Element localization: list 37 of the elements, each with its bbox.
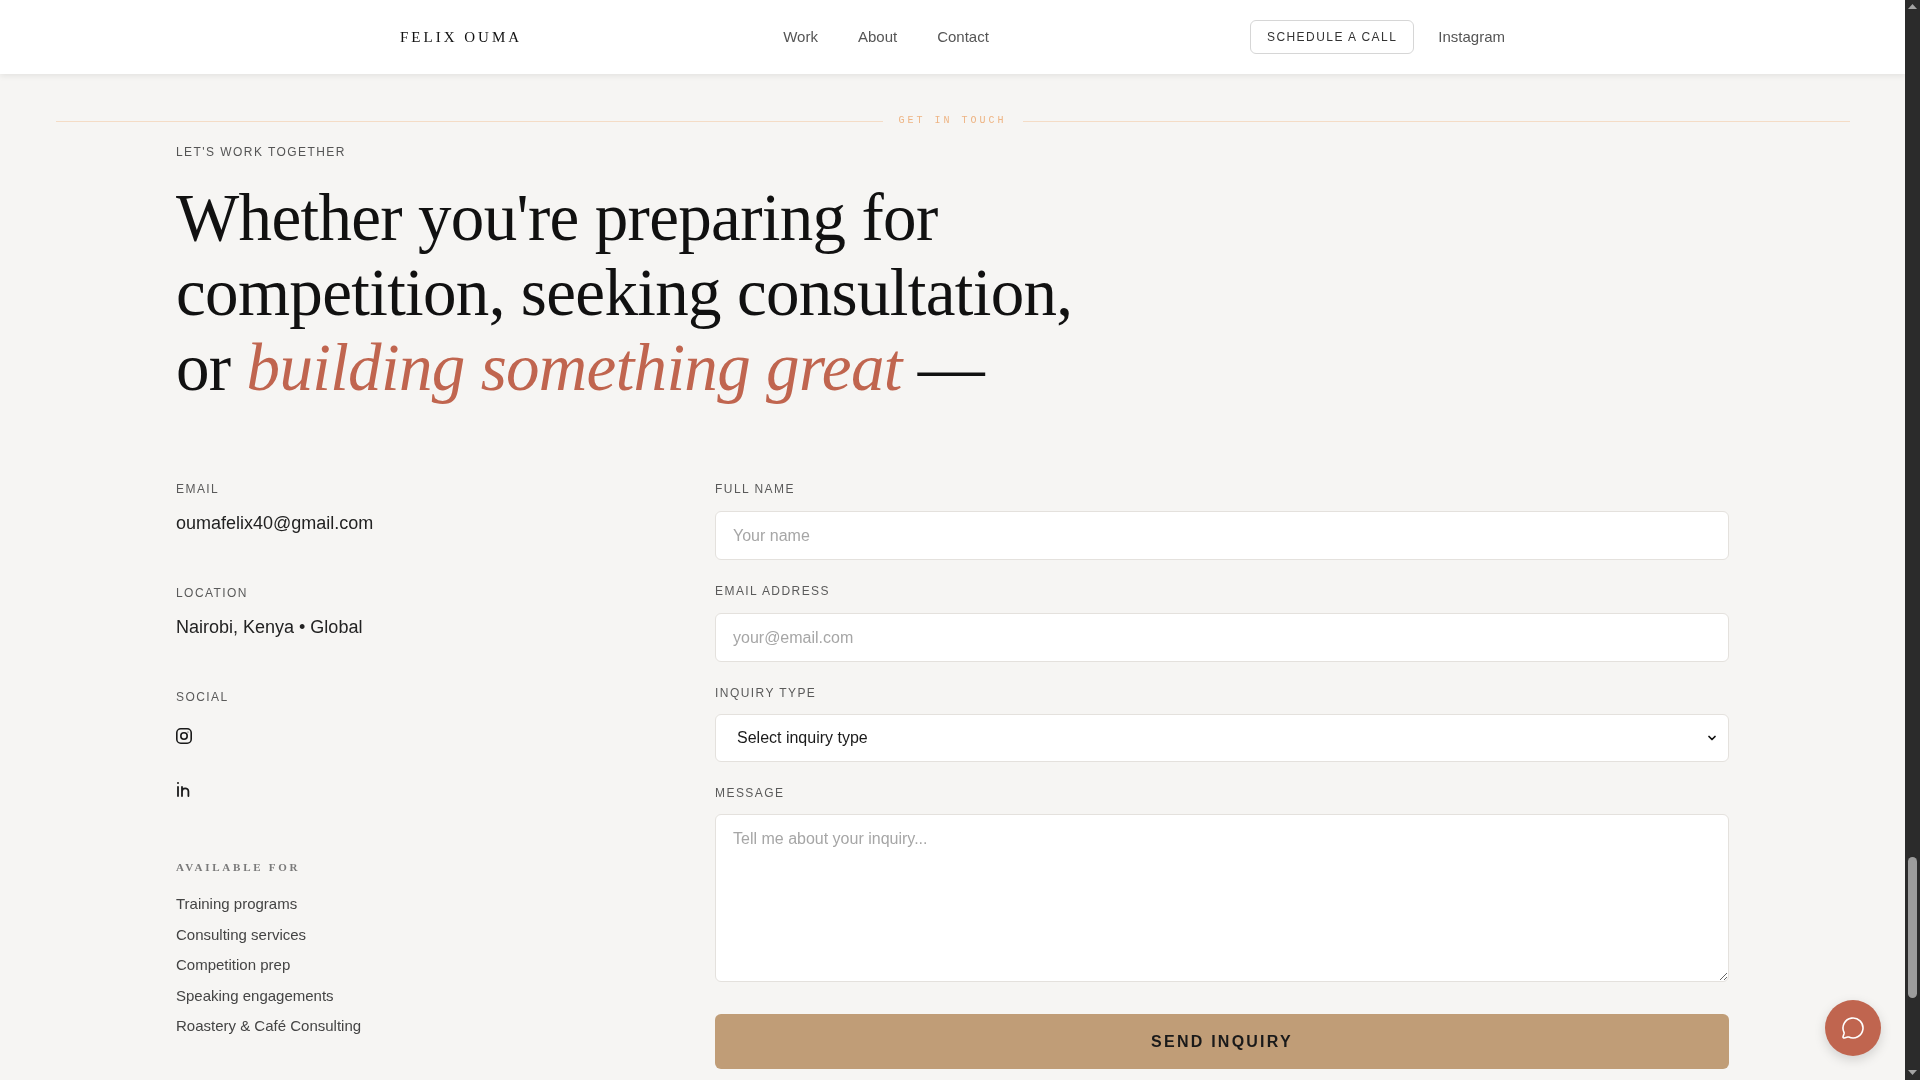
headline: Whether you're preparing for competition, seeking consultation, or building something great —	[176, 180, 1074, 405]
info-label: EMAIL	[176, 481, 221, 497]
nav-link[interactable]: Contact	[937, 25, 989, 49]
chat-bubble-icon	[1841, 1016, 1865, 1040]
linkedin-icon[interactable]	[176, 781, 192, 797]
field-label: INQUIRY TYPE	[715, 685, 818, 701]
field-label: EMAIL ADDRESS	[715, 583, 831, 599]
info-value: oumafelix40@gmail.com	[176, 512, 375, 535]
service-item: Competition prep	[176, 955, 292, 975]
text-input[interactable]: Your name	[715, 511, 1729, 560]
chat-button[interactable]	[1825, 1000, 1881, 1056]
scrollbar[interactable]	[1905, 0, 1920, 1080]
scroll-up-arrow-icon[interactable]	[1908, 4, 1917, 9]
instagram-link[interactable]: Instagram	[1438, 25, 1505, 49]
inquiry-type-select[interactable]: Select inquiry type	[715, 714, 1729, 762]
nav-link[interactable]: About	[857, 25, 898, 49]
service-item: Speaking engagements	[176, 985, 335, 1006]
service-item: Training programs	[176, 894, 299, 914]
message-textarea[interactable]: Tell me about your inquiry...	[715, 814, 1729, 982]
schedule-call-button[interactable]: SCHEDULE A CALL	[1249, 20, 1415, 54]
eyebrow-text: LET'S WORK TOGETHER	[176, 144, 347, 160]
site-logo[interactable]: FELIX OUMA	[400, 25, 523, 49]
service-item: Roastery & Café Consulting	[176, 1016, 363, 1036]
text-input[interactable]: your@email.com	[715, 613, 1729, 662]
send-inquiry-button[interactable]: SEND INQUIRY	[715, 1014, 1729, 1069]
info-value: Nairobi, Kenya • Global	[176, 616, 364, 639]
section-divider-label: GET IN TOUCH	[898, 114, 1007, 128]
field-label: FULL NAME	[715, 481, 796, 497]
available-for-heading: AVAILABLE FOR	[176, 860, 302, 875]
scrollbar-thumb[interactable]	[1908, 857, 1917, 998]
nav-link[interactable]: Work	[783, 25, 818, 49]
scroll-down-arrow-icon[interactable]	[1908, 1070, 1917, 1075]
info-label: SOCIAL	[176, 689, 230, 705]
info-label: LOCATION	[176, 585, 249, 601]
field-label: MESSAGE	[715, 785, 786, 801]
instagram-icon[interactable]	[176, 728, 192, 744]
service-item: Consulting services	[176, 924, 308, 945]
